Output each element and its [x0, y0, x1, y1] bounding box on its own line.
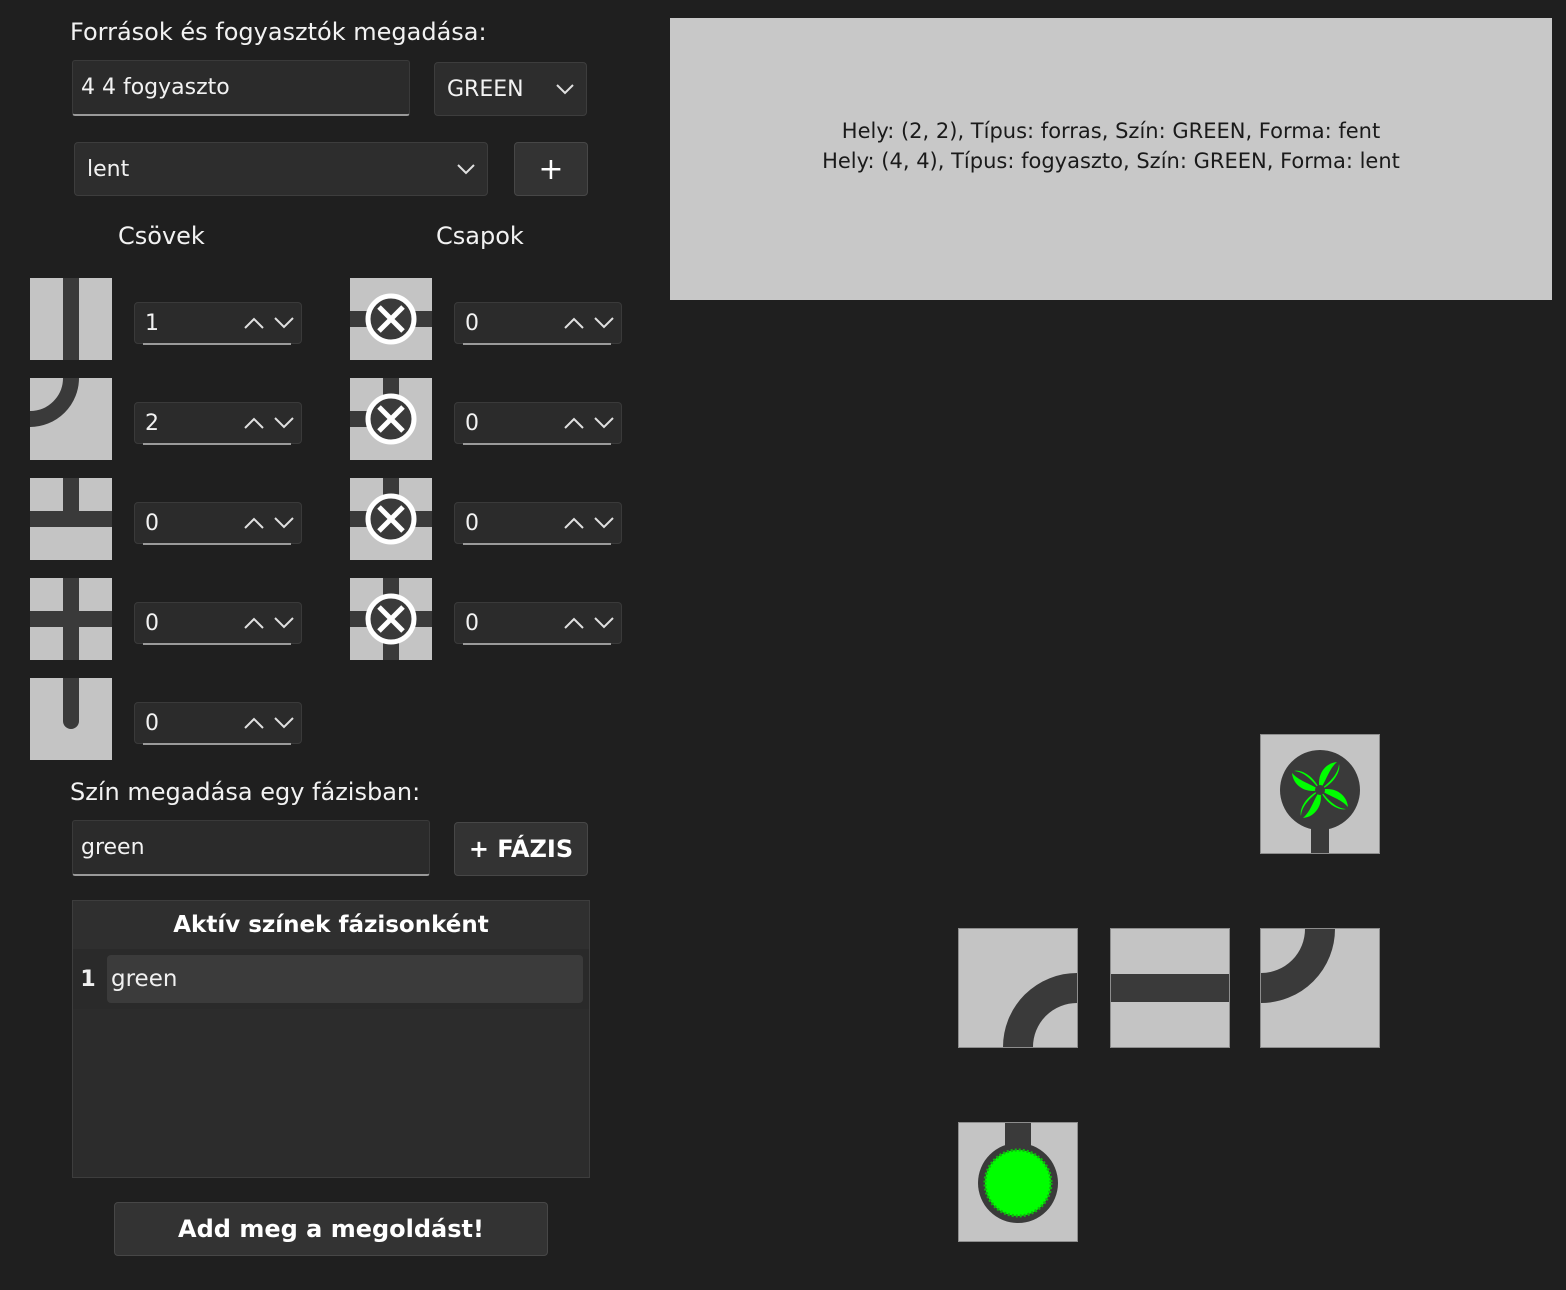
- chevron-down-icon: [457, 164, 475, 175]
- pipe-count-4: 0: [145, 610, 159, 636]
- active-colors-header: Aktív színek fázisonként: [73, 901, 589, 949]
- phase-heading: Szín megadása egy fázisban:: [70, 778, 421, 806]
- straight-pipe-tile[interactable]: [1110, 928, 1230, 1048]
- tap-count-2: 0: [465, 410, 479, 436]
- t-tap-icon[interactable]: [350, 478, 432, 560]
- tap-count-spinner-4[interactable]: 0: [454, 602, 622, 645]
- color-select[interactable]: GREEN: [434, 62, 587, 116]
- increment-icon[interactable]: [563, 616, 585, 630]
- tap-count-spinner-3[interactable]: 0: [454, 502, 622, 545]
- phase-color-input[interactable]: green: [72, 820, 430, 876]
- decrement-icon[interactable]: [273, 716, 295, 730]
- color-select-value: GREEN: [447, 76, 524, 102]
- consumer-icon: [978, 1123, 1058, 1223]
- taps-title: Csapok: [436, 222, 524, 250]
- add-phase-button[interactable]: + FÁZIS: [454, 822, 588, 876]
- pipe-count-spinner-3[interactable]: 0: [134, 502, 302, 545]
- row-index: 1: [80, 966, 96, 992]
- chevron-down-icon: [556, 84, 574, 95]
- source-tile[interactable]: [1260, 734, 1380, 854]
- tap-count-3: 0: [465, 510, 479, 536]
- increment-icon[interactable]: [243, 416, 265, 430]
- increment-icon[interactable]: [563, 416, 585, 430]
- increment-icon[interactable]: [243, 716, 265, 730]
- decrement-icon[interactable]: [593, 516, 615, 530]
- sources-heading: Források és fogyasztók megadása:: [70, 18, 487, 46]
- source-icon: [1280, 750, 1360, 853]
- tap-count-1: 0: [465, 310, 479, 336]
- info-line-1: Hely: (2, 2), Típus: forras, Szín: GREEN…: [841, 119, 1381, 143]
- pipe-count-3: 0: [145, 510, 159, 536]
- decrement-icon[interactable]: [593, 616, 615, 630]
- pipe-count-1: 1: [145, 310, 159, 336]
- decrement-icon[interactable]: [273, 616, 295, 630]
- horizontal-tap-icon[interactable]: [350, 278, 432, 360]
- tap-count-4: 0: [465, 610, 479, 636]
- table-row[interactable]: 1 green: [73, 949, 589, 1009]
- cross-tap-icon[interactable]: [350, 578, 432, 660]
- decrement-icon[interactable]: [273, 516, 295, 530]
- decrement-icon[interactable]: [593, 416, 615, 430]
- submit-solution-button[interactable]: Add meg a megoldást!: [114, 1202, 548, 1256]
- curve-pipe-tile[interactable]: [958, 928, 1078, 1048]
- increment-icon[interactable]: [563, 316, 585, 330]
- tap-count-spinner-2[interactable]: 0: [454, 402, 622, 445]
- info-line-2: Hely: (4, 4), Típus: fogyaszto, Szín: GR…: [822, 149, 1400, 173]
- increment-icon[interactable]: [563, 516, 585, 530]
- add-source-button[interactable]: +: [514, 142, 588, 196]
- shape-select[interactable]: lent: [74, 142, 488, 196]
- pipe-count-spinner-2[interactable]: 2: [134, 402, 302, 445]
- phase-color-input-value: green: [81, 835, 145, 860]
- tap-count-spinner-1[interactable]: 0: [454, 302, 622, 345]
- shape-select-value: lent: [87, 156, 130, 182]
- increment-icon[interactable]: [243, 316, 265, 330]
- t-junction-pipe-icon[interactable]: [30, 478, 112, 560]
- row-color-value[interactable]: green: [107, 955, 583, 1003]
- cross-pipe-icon[interactable]: [30, 578, 112, 660]
- decrement-icon[interactable]: [273, 316, 295, 330]
- increment-icon[interactable]: [243, 516, 265, 530]
- source-input-value: 4 4 fogyaszto: [81, 75, 230, 100]
- curved-pipe-icon[interactable]: [29, 377, 112, 460]
- straight-vertical-pipe-icon[interactable]: [30, 278, 112, 360]
- straight-horizontal-pipe-icon: [1111, 974, 1229, 1002]
- top-left-tap-icon[interactable]: [350, 378, 432, 460]
- increment-icon[interactable]: [243, 616, 265, 630]
- info-panel: Hely: (2, 2), Típus: forras, Szín: GREEN…: [670, 18, 1552, 300]
- curve-pipe-icon: [1003, 973, 1078, 1048]
- decrement-icon[interactable]: [593, 316, 615, 330]
- curve-pipe-icon: [1260, 928, 1335, 1003]
- pipe-count-5: 0: [145, 710, 159, 736]
- pipes-title: Csövek: [118, 222, 205, 250]
- pipe-count-spinner-5[interactable]: 0: [134, 702, 302, 745]
- consumer-tile[interactable]: [958, 1122, 1078, 1242]
- pipe-count-spinner-4[interactable]: 0: [134, 602, 302, 645]
- pipe-count-spinner-1[interactable]: 1: [134, 302, 302, 345]
- decrement-icon[interactable]: [273, 416, 295, 430]
- source-input[interactable]: 4 4 fogyaszto: [72, 60, 410, 116]
- pipe-count-2: 2: [145, 410, 159, 436]
- end-cap-pipe-icon[interactable]: [30, 678, 112, 760]
- active-colors-panel: Aktív színek fázisonként 1 green: [72, 900, 590, 1178]
- curve-pipe-tile-2[interactable]: [1260, 928, 1380, 1048]
